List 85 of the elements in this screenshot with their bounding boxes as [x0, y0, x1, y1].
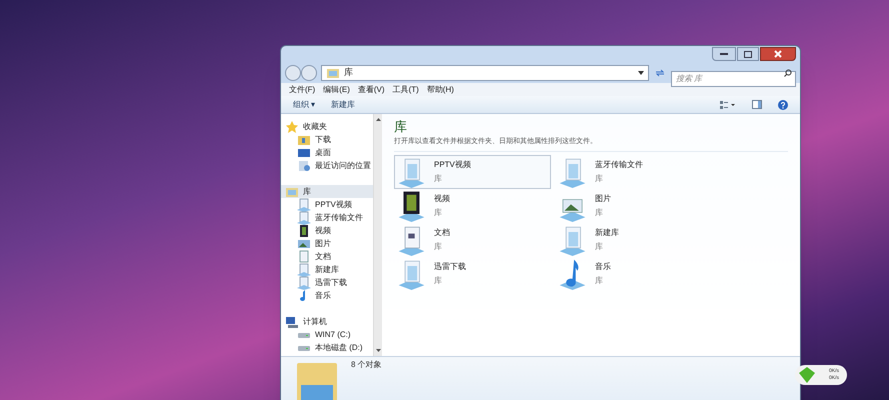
film-icon	[297, 224, 311, 238]
nav-item[interactable]: 迅雷下载	[281, 276, 373, 289]
document-library-icon	[397, 224, 426, 256]
library-icon	[397, 258, 426, 290]
dropdown-arrow-icon	[638, 71, 644, 75]
nav-item[interactable]: 蓝牙传输文件	[281, 211, 373, 224]
library-icon	[558, 156, 587, 188]
film-library-icon	[397, 190, 426, 222]
library-folder-icon	[326, 66, 340, 80]
library-tile[interactable]: 迅雷下载 库	[394, 257, 551, 291]
recent-places-icon	[297, 158, 311, 172]
library-type: 库	[434, 275, 443, 287]
search-field[interactable]: 搜索 库	[671, 70, 796, 86]
library-icon	[297, 210, 311, 224]
preview-pane-icon[interactable]	[752, 100, 762, 109]
library-name: 文档	[434, 227, 450, 239]
library-name: 蓝牙传输文件	[595, 159, 643, 171]
library-tile[interactable]: PPTV视频 库	[394, 155, 551, 189]
nav-item[interactable]: 视频	[281, 224, 373, 237]
nav-item[interactable]: 本地磁盘 (D:)	[281, 341, 373, 354]
maximize-button[interactable]	[737, 47, 759, 61]
nav-item[interactable]: 下载	[281, 133, 373, 146]
maximize-icon	[744, 50, 752, 58]
library-heading: 库	[394, 118, 408, 136]
library-icon	[297, 276, 311, 290]
minimize-icon	[720, 53, 728, 55]
new-library-button[interactable]: 新建库	[331, 98, 356, 110]
scrollbar[interactable]	[373, 114, 382, 356]
menu-item[interactable]: 文件(F)	[289, 84, 316, 96]
gem-icon	[799, 367, 815, 383]
menu-item[interactable]: 编辑(E)	[323, 84, 350, 96]
close-button[interactable]	[760, 47, 796, 61]
music-library-icon	[558, 258, 587, 290]
scroll-down-icon	[376, 349, 380, 352]
library-type: 库	[434, 207, 443, 219]
library-icon	[297, 262, 311, 276]
library-name: 迅雷下载	[434, 261, 466, 273]
library-type: 库	[434, 173, 443, 185]
library-tile[interactable]: 音乐 库	[555, 257, 712, 291]
organize-button[interactable]: 组织 ▾	[293, 98, 316, 110]
library-icon	[397, 156, 426, 188]
library-name: PPTV视频	[434, 159, 471, 171]
nav-item[interactable]: 音乐	[281, 289, 373, 302]
nav-group[interactable]: 库	[281, 185, 373, 198]
library-tile[interactable]: 蓝牙传输文件 库	[555, 155, 712, 189]
refresh-icon	[655, 69, 665, 77]
scroll-up-icon	[376, 118, 380, 121]
library-icon	[297, 198, 311, 212]
library-type: 库	[595, 173, 604, 185]
star-icon	[285, 120, 299, 134]
search-icon	[784, 69, 792, 77]
menu-item[interactable]: 查看(V)	[358, 84, 385, 96]
nav-item[interactable]: 桌面	[281, 146, 373, 159]
nav-item[interactable]: 最近访问的位置	[281, 159, 373, 172]
library-type: 库	[595, 241, 604, 253]
help-icon[interactable]	[778, 100, 788, 110]
breadcrumb-item[interactable]: 库	[344, 66, 353, 80]
library-type: 库	[434, 241, 443, 253]
library-type: 库	[595, 207, 604, 219]
library-tile[interactable]: 视频 库	[394, 189, 551, 223]
library-name: 视频	[434, 193, 450, 205]
library-tile[interactable]: 文档 库	[394, 223, 551, 257]
address-field[interactable]: 库	[321, 65, 649, 81]
library-icon	[558, 224, 587, 256]
nav-item[interactable]: WIN7 (C:)	[281, 328, 373, 341]
close-icon	[774, 50, 782, 58]
nav-item[interactable]: 图片	[281, 237, 373, 250]
nav-group[interactable]: 收藏夹	[281, 120, 373, 133]
menu-item[interactable]: 帮助(H)	[426, 84, 454, 96]
nav-item[interactable]: 新建库	[281, 263, 373, 276]
computer-icon	[285, 314, 299, 328]
menu-item[interactable]: 工具(T)	[392, 84, 419, 96]
library-name: 新建库	[595, 227, 619, 239]
library-name: 音乐	[595, 261, 611, 273]
minimize-button[interactable]	[712, 47, 736, 61]
nav-group[interactable]: 计算机	[281, 315, 373, 328]
nav-item[interactable]: PPTV视频	[281, 198, 373, 211]
library-type: 库	[595, 275, 604, 287]
library-tile[interactable]: 新建库 库	[555, 223, 712, 257]
library-name: 图片	[595, 193, 611, 205]
library-tile[interactable]: 图片 库	[555, 189, 712, 223]
document-icon	[297, 250, 311, 264]
view-options-icon[interactable]	[720, 100, 736, 108]
object-count: 8 个对象	[351, 359, 382, 371]
nav-item[interactable]: 文档	[281, 250, 373, 263]
